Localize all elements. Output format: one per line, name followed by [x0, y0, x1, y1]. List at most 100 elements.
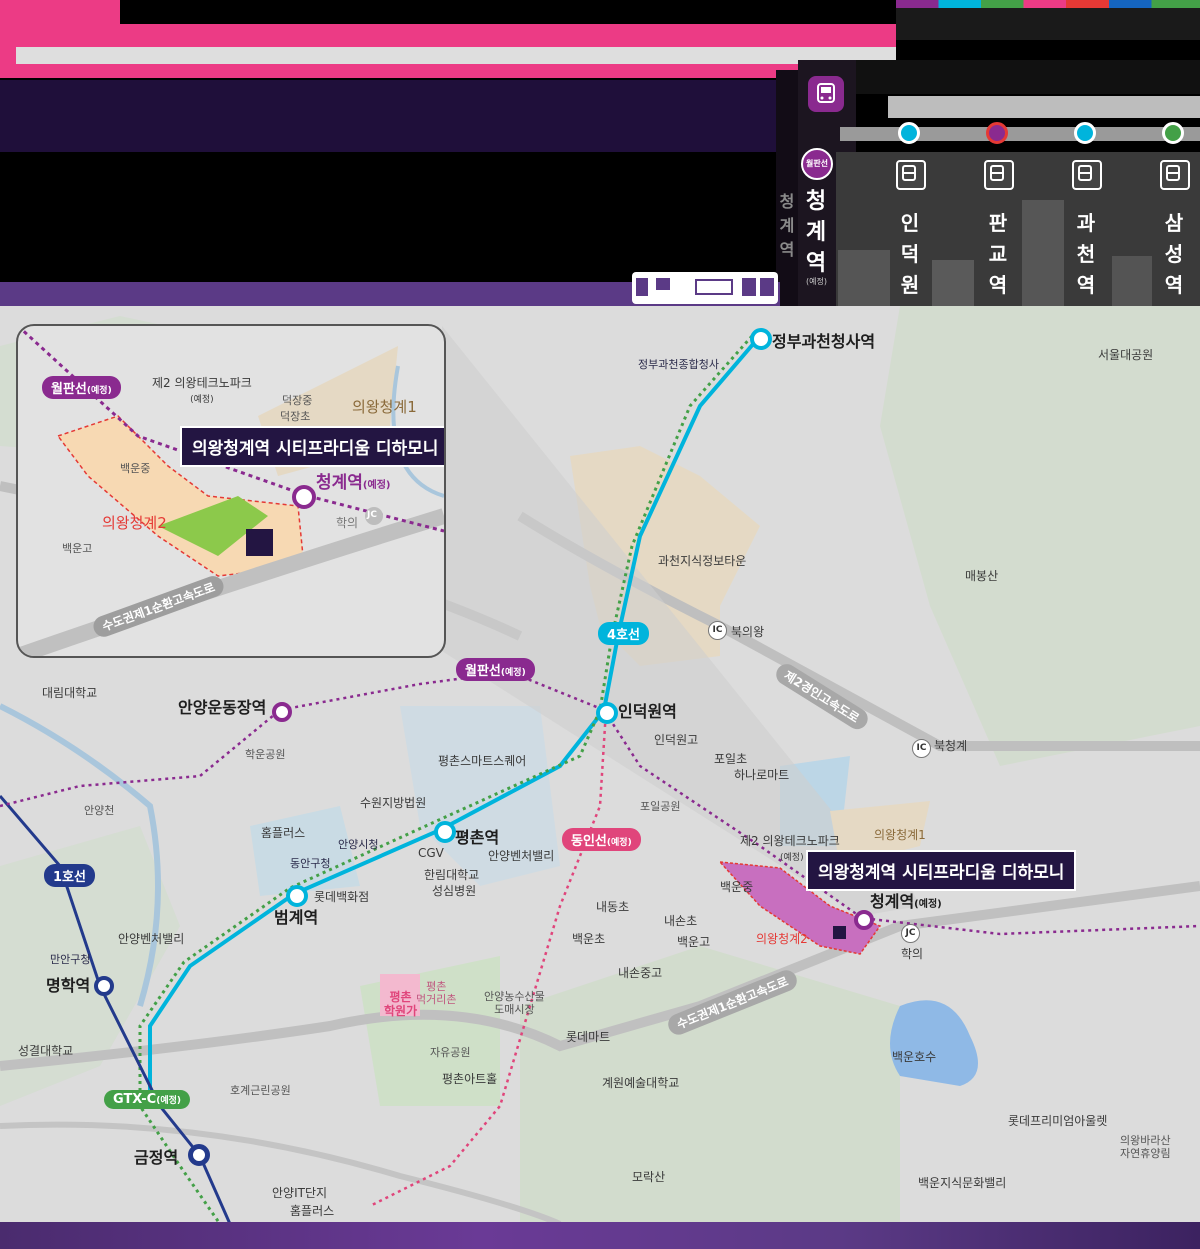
poi-label: 덕장초: [280, 410, 311, 423]
column-char: 원: [900, 273, 920, 297]
poi-label: 백운고: [62, 542, 93, 555]
bottom-strip: [0, 1222, 1200, 1249]
jc-text: JC: [367, 510, 377, 520]
poi-label: 롯데백화점: [314, 890, 370, 904]
station-label: 명학역: [46, 976, 91, 995]
poi-label: 과천지식정보타운: [658, 554, 747, 568]
tower-side-char: 계: [779, 216, 795, 235]
line-badge: 1호선: [44, 864, 95, 887]
poi-label: 의왕청계2: [102, 514, 167, 532]
poi-label: 롯데마트: [566, 1030, 611, 1044]
line-dot-icon: [1162, 122, 1184, 144]
poi-label: 의왕청계1: [352, 398, 417, 416]
poi-label: 안양천: [84, 804, 115, 817]
station-marker: [434, 821, 456, 843]
header-black-bar-top: [120, 0, 896, 24]
line-dot-icon: [986, 122, 1008, 144]
tower-side-char: 역: [779, 240, 795, 259]
tower-station-char: 역: [805, 251, 827, 276]
column-char: 천: [1076, 242, 1096, 266]
poi-label: 백운지식문화밸리: [918, 1176, 1007, 1190]
poi-label: 제2 의왕테크노파크 (예정): [152, 376, 252, 405]
poi-label: 홈플러스: [261, 826, 306, 840]
jc-label: 학의: [901, 947, 924, 961]
poi-label: 덕장중: [282, 394, 313, 407]
train-icon: [896, 160, 926, 190]
line-badge: 4호선: [598, 622, 649, 645]
wolpan-badge: 월판선: [801, 148, 833, 180]
poi-label: 백운중: [120, 462, 151, 475]
poi-label: 동안구청: [290, 857, 331, 870]
station-label: 정부과천청사역: [772, 332, 876, 351]
line-badge: 월판선(예정): [456, 658, 535, 681]
poi-label: 의왕청계2: [756, 932, 808, 946]
column-char: 역: [1164, 273, 1184, 297]
line-dot-icon: [898, 122, 920, 144]
poi-label: 안양IT단지: [272, 1186, 328, 1200]
jc-label: 학의: [336, 516, 359, 530]
station-marker: [188, 1144, 210, 1166]
site-callout: 의왕청계역 시티프라디움 디하모니: [180, 426, 444, 467]
poi-label: 성결대학교: [18, 1044, 74, 1058]
tower-station-char: 계: [805, 220, 827, 245]
poi-label: 홈플러스: [290, 1204, 335, 1218]
header-purple-block: [0, 80, 780, 152]
train-car-icon: [630, 266, 780, 306]
poi-label: 내손중고: [618, 966, 663, 980]
poi-label: 정부과천종합청사: [638, 358, 719, 371]
poi-label: 평촌 먹거리촌: [416, 980, 457, 1006]
poi-label: 평촌스마트스퀘어: [438, 754, 527, 768]
column-char: 삼: [1164, 211, 1184, 235]
poi-label: 백운초: [572, 932, 606, 946]
train-icon: [808, 76, 844, 112]
poi-label: 롯데프리미엄아울렛: [1008, 1114, 1108, 1128]
poi-label: 의왕청계1: [874, 828, 926, 842]
poi-label: 의왕바라산 자연휴양림: [1120, 1134, 1171, 1160]
poi-label: 매봉산: [965, 569, 999, 583]
ic-label: 북의왕: [731, 625, 765, 639]
poi-label: 서울대공원: [1098, 348, 1154, 362]
poi-label: 인덕원고: [654, 733, 699, 747]
poi-label: 포일공원: [640, 800, 681, 813]
column-char: 판: [988, 211, 1008, 235]
station-label: 청계역(예정): [316, 473, 391, 493]
station-label: 청계역(예정): [870, 892, 942, 911]
inset-map: 월판선(예정) 제2 의왕테크노파크 (예정) 덕장중 덕장초 의왕청계1 의왕청…: [16, 324, 446, 658]
train-icon: [1072, 160, 1102, 190]
column-char: 역: [1076, 273, 1096, 297]
station-label: 범계역: [274, 908, 319, 927]
poi-label: 안양벤처밸리: [488, 849, 555, 863]
station-label: 인덕원역: [618, 702, 677, 721]
poi-label: 학운공원: [245, 748, 286, 761]
column-char: 성: [1164, 242, 1184, 266]
station-label: 평촌역: [455, 828, 500, 847]
poi-label: 만안구청: [50, 953, 91, 966]
column-char: 교: [988, 242, 1008, 266]
color-strip: [896, 0, 1200, 8]
column-char: 인: [900, 211, 920, 235]
train-icon: [1160, 160, 1190, 190]
poi-label: 수원지방법원: [360, 796, 427, 810]
poi-label: 호계근린공원: [230, 1084, 291, 1097]
station-marker: [750, 328, 772, 350]
header-white-stripe: [16, 47, 896, 64]
ic-marker: IC: [708, 621, 727, 640]
ic-label: 북청계: [934, 739, 968, 753]
station-marker: [94, 976, 114, 996]
poi-label: 모락산: [632, 1170, 666, 1184]
column-char: 과: [1076, 211, 1096, 235]
poi-label: 안양시청: [338, 838, 379, 851]
ic-marker: IC: [912, 739, 931, 758]
line-badge: 월판선(예정): [42, 376, 121, 399]
tower-station-note: (예정): [806, 277, 827, 286]
poi-label: 평촌아트홀: [442, 1072, 498, 1086]
tower-side-char: 청: [779, 192, 795, 211]
train-icon: [984, 160, 1014, 190]
poi-label: 하나로마트: [734, 768, 790, 782]
line-badge: GTX-C(예정): [104, 1090, 191, 1109]
poi-label: 안양농수산물 도매시장: [484, 990, 545, 1016]
tower-station-char: 청: [805, 189, 827, 214]
poi-label: 백운호수: [892, 1050, 937, 1064]
station-label: 안양운동장역: [178, 698, 267, 717]
poi-label: 백운중: [720, 880, 754, 894]
